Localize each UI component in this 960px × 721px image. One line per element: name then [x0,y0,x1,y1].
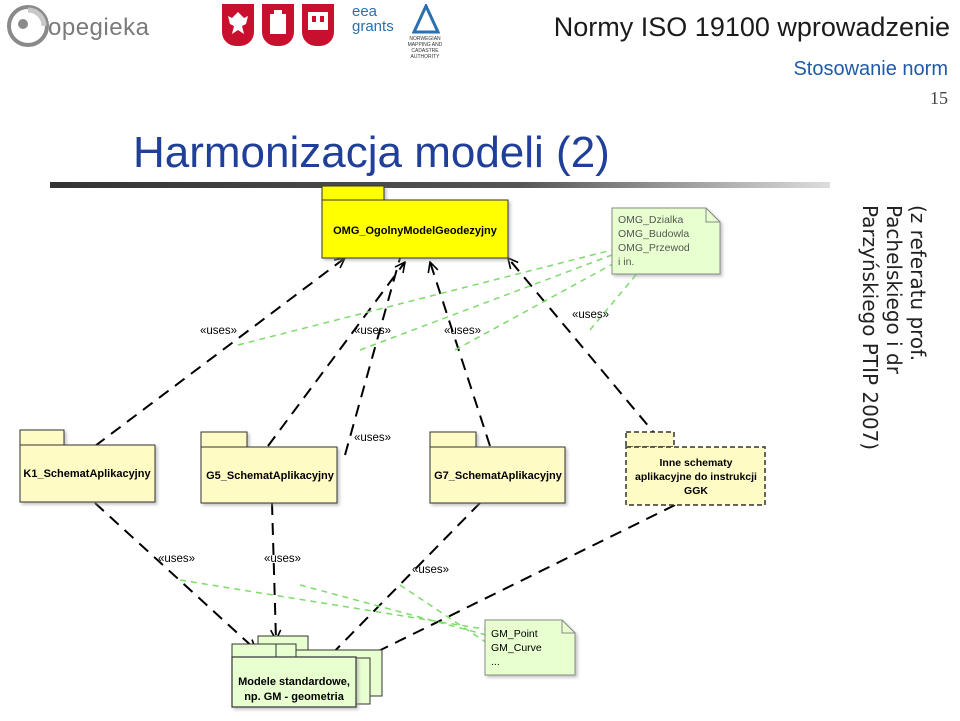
uses-label-g7-omg: «uses» [444,325,481,337]
dep-g5-omg [267,262,405,447]
package-omg-label: OMG_OgolnyModelGeodezyjny [333,225,498,237]
dep-g5-gm [272,502,276,640]
uses-label-g7-gm: «uses» [412,564,449,576]
note-omg-line3: OMG_Przewod [618,242,690,254]
package-inne-line1: Inne schematy [660,457,733,469]
uml-diagram: OMG_OgolnyModelGeodezyjny K1_SchematApli… [19,185,766,708]
package-inne-line2: aplikacyjne do instrukcji [635,471,757,483]
note-omg-line4: i in. [618,256,634,268]
uses-label-g5-gm: «uses» [264,553,301,565]
package-g5 [200,431,338,504]
uses-label-omg-gm: «uses» [354,432,391,444]
dep-omg-down [344,257,401,456]
package-g7-label: G7_SchematAplikacyjny [434,470,563,482]
package-gm-line1: Modele standardowe, [238,676,350,688]
uses-label-k1-omg: «uses» [200,325,237,337]
note-link-4 [589,269,641,331]
package-k1 [19,429,156,503]
uses-label-g5-omg: «uses» [354,325,391,337]
dep-k1-omg [94,258,345,447]
note-link-7 [399,584,491,646]
note-link-5 [179,579,491,631]
note-omg-line1: OMG_Dzialka [618,214,684,226]
package-omg [321,185,509,259]
package-g7 [429,431,566,504]
package-inne-line3: GGK [684,485,708,497]
note-gm-line1: GM_Point [491,628,538,640]
note-link-6 [299,584,491,637]
note-gm-line3: ... [491,656,500,668]
package-k1-label: K1_SchematAplikacyjny [23,468,151,480]
dep-inne-omg [508,258,661,441]
dep-k1-gm [94,502,256,650]
dep-g7-gm [324,502,481,662]
note-gm-line2: GM_Curve [491,642,542,654]
package-g5-label: G5_SchematAplikacyjny [206,470,335,482]
note-omg-line2: OMG_Budowla [618,228,689,240]
package-gm-line2: np. GM - geometria [244,691,345,703]
uses-label-k1-gm: «uses» [158,553,195,565]
dep-g7-omg [430,262,491,447]
note-link-2 [359,254,613,351]
uses-label-inne-omg: «uses» [572,309,609,321]
